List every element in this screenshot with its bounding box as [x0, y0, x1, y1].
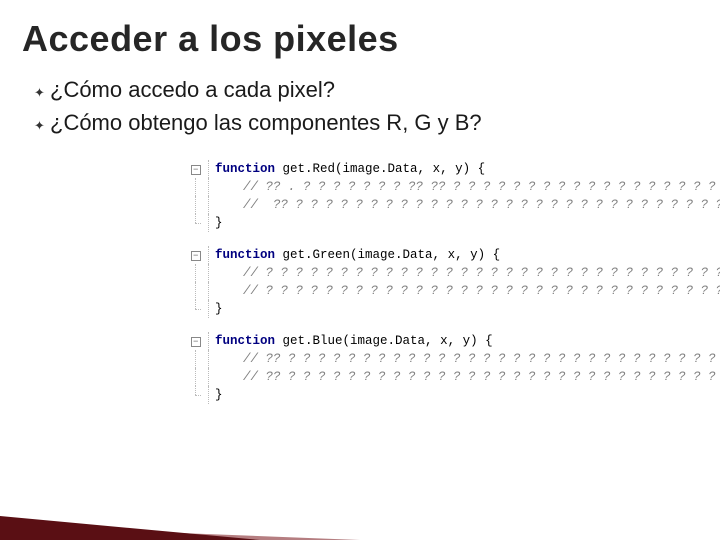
code-comment: // ? ? ? ? ? ? ? ? ? ? ? ? ? ? ? ? ? ? ?… — [243, 266, 720, 280]
bullet-icon: ✦ — [34, 112, 50, 140]
code-close-brace: } — [215, 216, 223, 230]
code-block-getgreen: function get.Green(image.Data, x, y) { /… — [185, 246, 665, 318]
bullet-text: ¿Cómo accedo a cada pixel? — [50, 76, 335, 104]
bullet-text: ¿Cómo obtengo las componentes R, G y B? — [50, 109, 482, 137]
code-area: function get.Red(image.Data, x, y) { // … — [185, 160, 665, 404]
code-fn-name: get.Blue — [283, 334, 343, 348]
accent-shape — [0, 516, 260, 540]
code-block-getblue: function get.Blue(image.Data, x, y) { //… — [185, 332, 665, 404]
code-block-getred: function get.Red(image.Data, x, y) { // … — [185, 160, 665, 232]
code-keyword: function — [215, 334, 275, 348]
slide-title: Acceder a los pixeles — [0, 0, 720, 66]
code-keyword: function — [215, 248, 275, 262]
code-close-brace: } — [215, 302, 223, 316]
code-fn-name: get.Red — [283, 162, 336, 176]
code-comment: // ?? ? ? ? ? ? ? ? ? ? ? ? ? ? ? ? ? ? … — [243, 198, 720, 212]
code-fn-name: get.Green — [283, 248, 351, 262]
list-item: ✦ ¿Cómo obtengo las componentes R, G y B… — [34, 109, 720, 140]
bullet-icon: ✦ — [34, 79, 50, 107]
code-keyword: function — [215, 162, 275, 176]
code-close-brace: } — [215, 388, 223, 402]
code-comment: // ?? ? ? ? ? ? ? ? ? ? ? ? ? ? ? ? ? ? … — [243, 352, 720, 366]
code-comment: // ? ? ? ? ? ? ? ? ? ? ? ? ? ? ? ? ? ? ?… — [243, 284, 720, 298]
code-params: (image.Data, x, y) { — [335, 162, 485, 176]
list-item: ✦ ¿Cómo accedo a cada pixel? — [34, 76, 720, 107]
code-params: (image.Data, x, y) { — [343, 334, 493, 348]
code-comment: // ?? ? ? ? ? ? ? ? ? ? ? ? ? ? ? ? ? ? … — [243, 370, 720, 384]
code-comment: // ?? . ? ? ? ? ? ? ? ?? ?? ? ? ? ? ? ? … — [243, 180, 720, 194]
bullet-list: ✦ ¿Cómo accedo a cada pixel? ✦ ¿Cómo obt… — [0, 66, 720, 140]
code-params: (image.Data, x, y) { — [350, 248, 500, 262]
